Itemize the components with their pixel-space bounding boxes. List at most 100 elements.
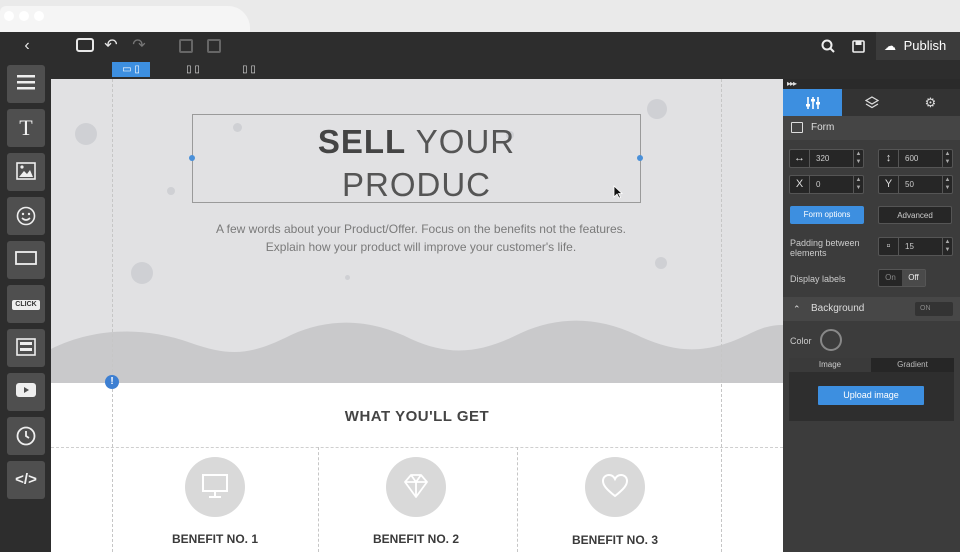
menu-button[interactable] xyxy=(7,65,45,103)
click-button-icon: CLICK xyxy=(12,300,40,311)
image-tab[interactable]: Image xyxy=(789,358,871,372)
hero-subtitle-line2[interactable]: Explain how your product will improve yo… xyxy=(141,240,701,254)
back-icon[interactable]: ‹ xyxy=(15,32,39,60)
benefit-label-3[interactable]: BENEFIT NO. 3 xyxy=(525,533,705,547)
section-title[interactable]: WHAT YOU'LL GET xyxy=(51,408,783,425)
advanced-button[interactable]: Advanced xyxy=(878,206,952,224)
y-field[interactable]: Y 50 ▲ ▼ xyxy=(878,175,953,194)
background-image-panel: Image Gradient Upload image xyxy=(789,358,954,421)
y-value: 50 xyxy=(905,180,914,189)
text-tool-button[interactable]: T xyxy=(7,109,45,147)
text-icon: T xyxy=(19,115,33,140)
hero-title-box[interactable]: SELL YOUR PRODUC xyxy=(189,114,643,203)
copy-icon[interactable] xyxy=(179,39,193,53)
device-bar: ▭ ▯ ▯ ▯ ▯ ▯ xyxy=(0,60,960,79)
mouse-cursor-icon xyxy=(613,185,623,199)
page-canvas[interactable]: SELL YOUR PRODUC A few words about your … xyxy=(51,79,783,552)
hero-subtitle-line1[interactable]: A few words about your Product/Offer. Fo… xyxy=(141,222,701,236)
window-minimize-dot[interactable] xyxy=(19,11,29,21)
decor-bubble xyxy=(655,257,667,269)
display-labels-toggle[interactable]: On Off xyxy=(878,269,926,287)
panel-collapse-handle[interactable]: ▸▸▸ xyxy=(783,79,960,89)
width-arrows-icon: ↔ xyxy=(790,150,810,167)
stepper-icon[interactable]: ▲ ▼ xyxy=(853,150,863,167)
tab-layers[interactable] xyxy=(842,89,901,116)
code-icon: </> xyxy=(15,471,37,488)
section-alert-icon[interactable]: ! xyxy=(105,375,119,389)
browser-chrome xyxy=(0,0,960,32)
display-labels-label: Display labels xyxy=(790,274,846,284)
upload-image-button[interactable]: Upload image xyxy=(818,386,924,405)
background-section-header[interactable]: ⌃ Background ON xyxy=(783,297,960,321)
color-swatch[interactable] xyxy=(820,329,842,351)
toggle-off-label: Off xyxy=(902,270,925,286)
gradient-tab[interactable]: Gradient xyxy=(871,358,954,372)
tab-settings-sliders[interactable] xyxy=(783,89,842,116)
hero-wave xyxy=(51,320,783,383)
element-sidebar: T CLICK </> xyxy=(0,60,51,552)
form-icon xyxy=(16,338,36,356)
height-arrows-icon: ↕ xyxy=(879,150,899,167)
desktop-view-button[interactable]: ▭ ▯ xyxy=(112,62,150,77)
paste-icon[interactable] xyxy=(207,39,221,53)
x-value: 0 xyxy=(816,180,821,189)
properties-panel: ⚙ Form ↔ 320 ▲ ▼ ↕ 600 ▲ ▼ X 0 ▲ ▼ Y 50 ▲ ▼ … xyxy=(783,79,960,552)
redo-icon[interactable]: ↷ xyxy=(127,32,151,60)
image-tool-button[interactable] xyxy=(7,153,45,191)
benefit-label-1[interactable]: BENEFIT NO. 1 xyxy=(125,532,305,546)
benefit-label-2[interactable]: BENEFIT NO. 2 xyxy=(326,532,506,546)
stepper-icon[interactable]: ▲ ▼ xyxy=(942,150,952,167)
top-toolbar: ‹ ↶ ↷ ☁ Publish xyxy=(0,32,960,60)
code-tool-button[interactable]: </> xyxy=(7,461,45,499)
resize-handle-right[interactable] xyxy=(637,155,643,161)
resize-handle-left[interactable] xyxy=(189,155,195,161)
column-divider xyxy=(517,447,518,552)
background-title: Background xyxy=(811,303,865,314)
timer-tool-button[interactable] xyxy=(7,417,45,455)
form-section-header[interactable]: Form xyxy=(783,116,960,140)
decor-bubble xyxy=(345,275,350,280)
width-value: 320 xyxy=(816,154,830,163)
video-icon xyxy=(16,383,36,397)
padding-icon: ▫ xyxy=(879,238,899,255)
stepper-icon[interactable]: ▲ ▼ xyxy=(942,238,952,255)
tablet-view-button[interactable]: ▯ ▯ xyxy=(176,62,210,77)
layers-icon xyxy=(864,96,879,109)
hero-section[interactable]: SELL YOUR PRODUC A few words about your … xyxy=(51,79,783,383)
stepper-icon[interactable]: ▲ ▼ xyxy=(853,176,863,193)
trash-icon: ▯ xyxy=(194,64,200,75)
undo-icon[interactable]: ↶ xyxy=(99,32,123,60)
tab-gear[interactable]: ⚙ xyxy=(901,89,960,116)
publish-button[interactable]: ☁ Publish xyxy=(876,32,960,60)
background-toggle[interactable]: ON xyxy=(915,302,953,316)
button-tool-button[interactable]: CLICK xyxy=(7,285,45,323)
window-maximize-dot[interactable] xyxy=(34,11,44,21)
window-close-dot[interactable] xyxy=(4,11,14,21)
search-icon[interactable] xyxy=(816,32,840,63)
form-options-button[interactable]: Form options xyxy=(790,206,864,224)
icon-tool-button[interactable] xyxy=(7,197,45,235)
hero-title-rest: YOUR xyxy=(406,123,516,160)
form-icon xyxy=(791,122,803,133)
save-drive-icon[interactable] xyxy=(76,38,94,52)
column-divider xyxy=(318,447,319,552)
x-label: X xyxy=(790,176,810,193)
heart-icon xyxy=(585,457,645,517)
width-field[interactable]: ↔ 320 ▲ ▼ xyxy=(789,149,864,168)
save-icon[interactable] xyxy=(846,32,870,63)
height-field[interactable]: ↕ 600 ▲ ▼ xyxy=(878,149,953,168)
layout-guide xyxy=(112,79,113,552)
padding-field[interactable]: ▫ 15 ▲ ▼ xyxy=(878,237,953,256)
decor-bubble xyxy=(131,262,153,284)
hero-title-line1: SELL YOUR xyxy=(193,123,640,161)
form-tool-button[interactable] xyxy=(7,329,45,367)
stepper-icon[interactable]: ▲ ▼ xyxy=(942,176,952,193)
x-field[interactable]: X 0 ▲ ▼ xyxy=(789,175,864,194)
decor-bubble xyxy=(167,187,175,195)
trash-icon: ▯ xyxy=(134,64,140,75)
video-tool-button[interactable] xyxy=(7,373,45,411)
image-icon xyxy=(16,162,36,180)
desktop-icon: ▭ xyxy=(122,64,132,75)
mobile-view-button[interactable]: ▯ ▯ xyxy=(234,62,264,77)
box-tool-button[interactable] xyxy=(7,241,45,279)
